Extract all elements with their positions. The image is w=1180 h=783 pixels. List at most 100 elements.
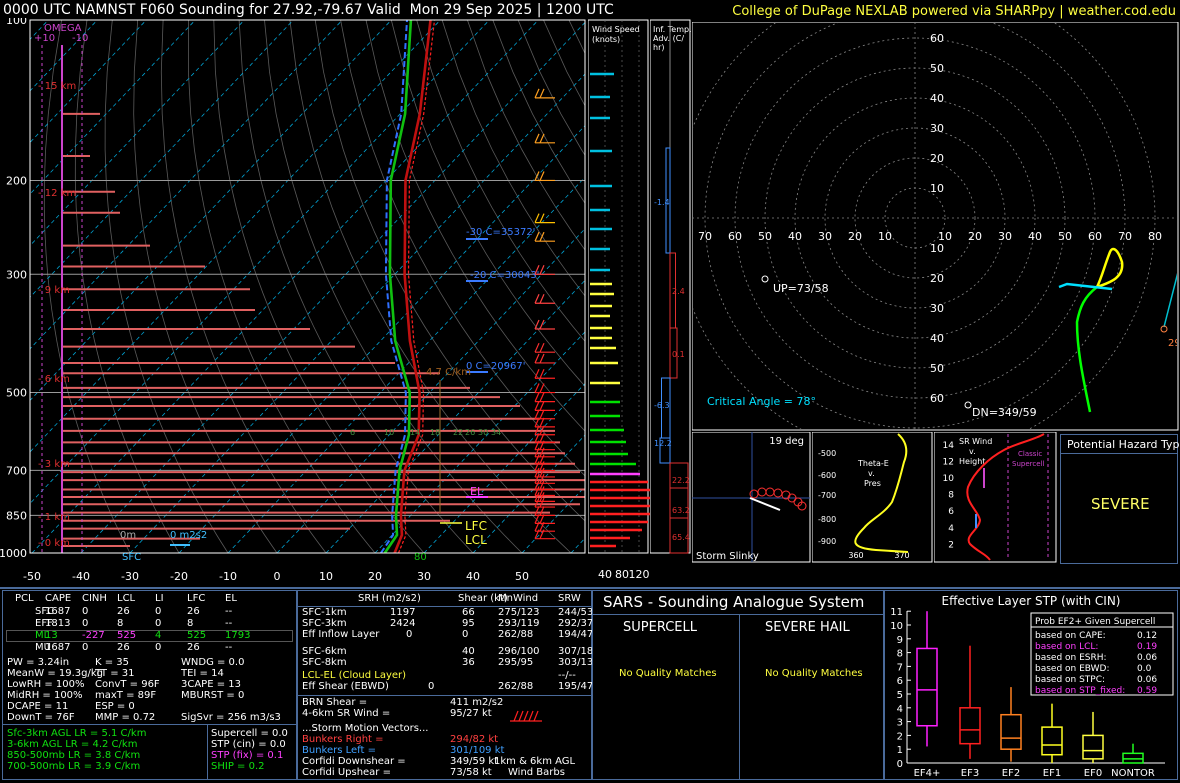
hodo-x-label: 70 <box>698 230 712 243</box>
stp-box <box>959 707 981 745</box>
index-value: PW = 3.24in <box>7 657 70 668</box>
sfc-label: SFC <box>122 552 141 563</box>
parcel-cell: 1687 <box>45 642 71 653</box>
stp-box <box>1082 734 1104 760</box>
wind-tick-label: 80 <box>615 568 629 581</box>
hodo-trace-low <box>1095 247 1124 289</box>
hodo-y-label: 50 <box>930 62 944 75</box>
temp-tick-label: -30 <box>121 570 139 583</box>
index-value: MBURST = 0 <box>181 690 245 701</box>
divider <box>298 695 591 696</box>
kinematics-cell: 275/123 <box>498 607 540 618</box>
theta-e-panel: -500-600-700-800-900Theta-Ev.Pres360 370 <box>812 432 933 563</box>
height-label: - 3 km <box>38 459 70 470</box>
barb-flag <box>539 294 545 304</box>
stp-box <box>1000 713 1022 750</box>
parcel-cell: 26 <box>187 642 200 653</box>
stp-box <box>916 647 938 727</box>
composite-value: Supercell = 0.0 <box>211 728 288 739</box>
wind-tick-label: 120 <box>629 568 650 581</box>
barb-flag <box>528 710 534 722</box>
thetae-title: v. <box>868 469 875 478</box>
barb-flag <box>534 88 540 99</box>
hodo-x-label: 20 <box>848 230 862 243</box>
kinematics-cell: 194/47 <box>558 629 594 640</box>
lapse-rate-value: 3-6km AGL LR = 4.2 C/km <box>7 739 138 750</box>
stp-y-label: 6 <box>897 676 903 687</box>
wetbulb-label: 10 <box>384 428 394 437</box>
prob-label: based on STP_fixed: <box>1035 686 1125 696</box>
brn-value: 411 m2/s2 <box>450 697 504 708</box>
index-value: SigSvr = 256 m3/s3 <box>181 712 281 723</box>
temp-tick-label: 40 <box>466 570 480 583</box>
advection-title: Inf. Temp. <box>653 25 692 34</box>
wind-barb <box>534 213 555 224</box>
barb-flag <box>533 710 539 722</box>
stp-chart: Effective Layer STP (with CIN) 0 1 2 3 4 5 6 7 8 9… <box>890 594 1174 779</box>
index-value: ESP = 0 <box>95 701 135 712</box>
index-value: WNDG = 0.0 <box>181 657 245 668</box>
divider <box>298 606 591 607</box>
kinematics-cell: 0 <box>462 629 469 640</box>
composite-value: STP (fix) = 0.1 <box>211 750 284 761</box>
hodo-x-label: 70 <box>1118 230 1132 243</box>
temp-tick-label: -50 <box>23 570 41 583</box>
parcel-cell: 26 <box>117 606 130 617</box>
hodo-ring <box>693 23 1156 429</box>
temp-tick-label: -40 <box>72 570 90 583</box>
parcel-cell: 0 <box>82 642 89 653</box>
hodo-x-label: 30 <box>818 230 832 243</box>
thetae-y-label: -500 <box>818 449 836 458</box>
thetae-y-label: -600 <box>818 471 836 480</box>
kinematics-cell: 2424 <box>390 618 416 629</box>
parcel-cell: 4 <box>155 630 162 641</box>
convective-temp-label: 80 <box>414 552 427 563</box>
srwind-y-label: 8 <box>948 491 954 501</box>
slinky-vector <box>749 497 781 511</box>
wind-barb <box>534 171 555 182</box>
sars-panel: SARS - Sounding Analogue System SUPERCEL… <box>592 590 884 780</box>
bunkers-left-label: Bunkers Left = <box>302 745 376 756</box>
index-value: ConvT = 96F <box>95 679 160 690</box>
wind-title: Wind Speed <box>592 25 640 34</box>
wind-barb <box>534 231 555 242</box>
parcel-cell: 1813 <box>45 618 71 629</box>
parcel-cell: 26 <box>187 606 200 617</box>
index-value: TEI = 14 <box>181 668 224 679</box>
barbs-icon <box>510 710 542 722</box>
kinematics-cell: SFC-6km <box>302 646 347 657</box>
wetbulb-label: 6 <box>350 428 355 437</box>
srwind-y-label: 12 <box>943 457 954 467</box>
height-label: - 6 km <box>38 374 70 385</box>
thetae-y-label: -800 <box>818 515 836 524</box>
pressure-tick-label: 850 <box>6 509 27 522</box>
barb-flag <box>539 409 545 420</box>
sr-wind-value: 95/27 kt <box>450 708 492 719</box>
prob-value: 0.0 <box>1137 664 1152 674</box>
parcel-cell: -- <box>225 618 233 629</box>
srwind-y-label: 10 <box>943 474 955 484</box>
prob-value: 0.12 <box>1137 631 1157 641</box>
barb-flag <box>534 231 540 242</box>
barb-flag <box>539 392 545 402</box>
sr-wind-label: 4-6km SR Wind = <box>302 708 391 719</box>
kinematics-header: SRH (m2/s2) <box>358 593 421 604</box>
hodo-x-label: 40 <box>788 230 802 243</box>
parcel-header: PCL <box>15 593 34 604</box>
parcel-header: EL <box>225 593 237 604</box>
stp-y-label: 2 <box>897 731 903 742</box>
bunkers-right-label: Bunkers Right = <box>302 734 384 745</box>
stp-y-label: 9 <box>897 635 903 646</box>
index-value: LowRH = 100% <box>7 679 85 690</box>
advection-label: -1.4 <box>654 198 670 207</box>
kinematics-header: SRW <box>558 593 581 604</box>
temp-advection-panel: Inf. Temp.Adv. (C/hr) -1.4 2.4 0.1 -6.3 12.2 2… <box>650 19 692 554</box>
upshear-marker <box>761 275 769 283</box>
parcel-header: LCL <box>117 593 136 604</box>
kinematics-cell: 95 <box>462 618 475 629</box>
parcel-cell: 1687 <box>45 606 71 617</box>
parcel-header: CAPE <box>45 593 72 604</box>
corfidi-up-label: UP=73/58 <box>773 282 829 295</box>
height-label: - 9 km <box>38 285 70 296</box>
barb-flag <box>539 353 545 364</box>
